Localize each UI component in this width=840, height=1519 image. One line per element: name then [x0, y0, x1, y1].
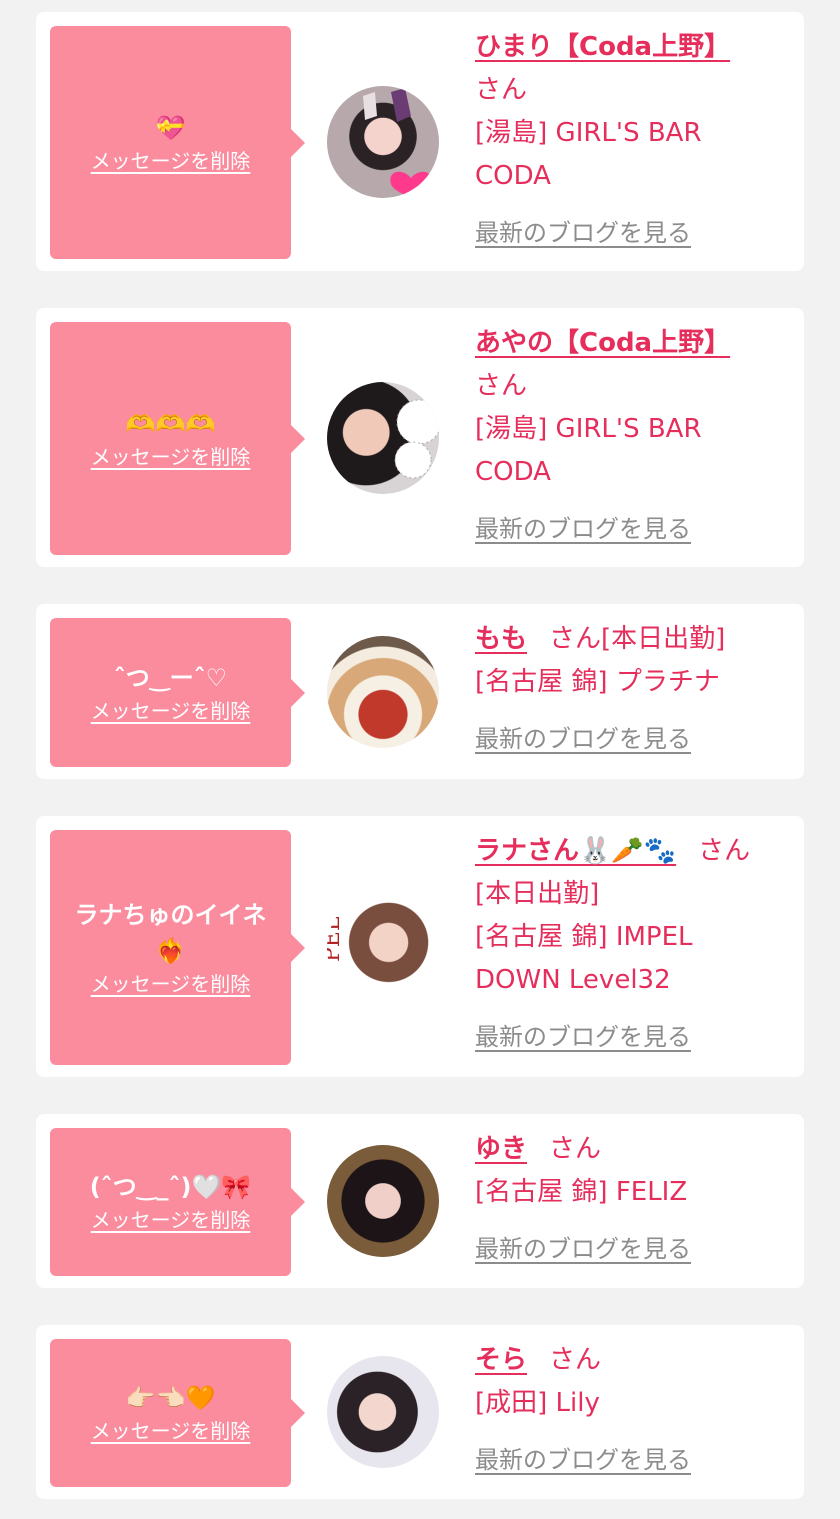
- status-text: [本日出勤]: [601, 624, 726, 654]
- message-card: 🫶🫶🫶 メッセージを削除 あやの【Coda上野】 さん [湯島] GIRL'S …: [36, 308, 804, 567]
- message-emoji: ❤️‍🔥: [155, 936, 186, 965]
- message-bubble: ラナちゅのイイネ ❤️‍🔥 メッセージを削除: [50, 830, 305, 1065]
- latest-blog-link[interactable]: 最新のブログを見る: [475, 1016, 691, 1059]
- honorific: さん: [549, 1345, 602, 1375]
- shop-line: CODA: [475, 161, 551, 191]
- latest-blog-link[interactable]: 最新のブログを見る: [475, 212, 691, 255]
- message-text: 👉🏻👈🏻🧡: [125, 1384, 216, 1412]
- avatar[interactable]: [327, 636, 439, 748]
- message-bubble: ˆつ‿ーˆ♡ メッセージを削除: [50, 618, 305, 767]
- name-line: もも さん[本日出勤]: [475, 618, 793, 661]
- message-card: 💝 メッセージを削除 ひまり【Coda上野】 さん [湯島] GIRL'S BA…: [36, 12, 804, 271]
- san-line: さん: [475, 365, 793, 408]
- san-line: さん: [475, 69, 793, 112]
- cast-name-link[interactable]: もも: [475, 624, 527, 654]
- shop-line: [成田] Lily: [475, 1388, 600, 1418]
- name-line: ひまり【Coda上野】: [475, 26, 793, 69]
- message-bubble: (ˆつ‿_ˆ)🤍🎀 メッセージを削除: [50, 1128, 305, 1276]
- latest-blog-link[interactable]: 最新のブログを見る: [475, 1228, 691, 1271]
- avatar-image: [363, 88, 432, 198]
- cast-info: そら さん [成田] Lily 最新のブログを見る: [475, 1339, 793, 1482]
- name-line: ラナさん🐰🥕🐾 さん: [475, 830, 793, 873]
- cast-name-link[interactable]: そら: [475, 1345, 527, 1375]
- honorific: さん: [698, 836, 751, 866]
- delete-message-button[interactable]: メッセージを削除: [91, 969, 251, 999]
- message-text: (ˆつ‿_ˆ)🤍🎀: [89, 1173, 252, 1201]
- honorific: さん: [549, 1134, 602, 1164]
- honorific: さん: [549, 624, 602, 654]
- delete-message-button[interactable]: メッセージを削除: [91, 1416, 251, 1446]
- avatar-image: [394, 399, 439, 479]
- cast-name-link[interactable]: ラナさん🐰🥕🐾: [475, 836, 676, 866]
- avatar[interactable]: [327, 382, 439, 494]
- shop-line: CODA: [475, 457, 551, 487]
- message-text: 🫶🫶🫶: [125, 409, 216, 438]
- cast-info: ひまり【Coda上野】 さん [湯島] GIRL'S BAR CODA 最新のブ…: [475, 26, 793, 255]
- message-card: 👉🏻👈🏻🧡 メッセージを削除 そら さん [成田] Lily 最新のブログを見る: [36, 1325, 804, 1499]
- message-text: 💝: [155, 113, 186, 142]
- avatar[interactable]: PEL: [327, 892, 439, 1004]
- shop-line: [名古屋 錦] プラチナ: [475, 667, 720, 697]
- shop-line: [名古屋 錦] IMPEL: [475, 922, 693, 952]
- cast-name-link[interactable]: あやの【Coda上野】: [475, 328, 730, 358]
- message-bubble: 👉🏻👈🏻🧡 メッセージを削除: [50, 1339, 305, 1487]
- shop-line: [湯島] GIRL'S BAR: [475, 118, 702, 148]
- avatar-image: PEL: [327, 916, 345, 962]
- message-card: ラナちゅのイイネ ❤️‍🔥 メッセージを削除 PEL ラナさん🐰🥕🐾 さん [本日…: [36, 816, 804, 1077]
- cast-info: ラナさん🐰🥕🐾 さん [本日出勤] [名古屋 錦] IMPEL DOWN Leve…: [475, 830, 793, 1059]
- status-text: [本日出勤]: [475, 879, 600, 909]
- message-text: ラナちゅのイイネ: [74, 900, 267, 929]
- name-line: あやの【Coda上野】: [475, 322, 793, 365]
- message-bubble: 🫶🫶🫶 メッセージを削除: [50, 322, 305, 555]
- message-card: ˆつ‿ーˆ♡ メッセージを削除 もも さん[本日出勤] [名古屋 錦] プラチナ …: [36, 604, 804, 779]
- svg-text:PEL: PEL: [327, 916, 345, 962]
- cast-info: もも さん[本日出勤] [名古屋 錦] プラチナ 最新のブログを見る: [475, 618, 793, 761]
- cast-info: ゆき さん [名古屋 錦] FELIZ 最新のブログを見る: [475, 1128, 793, 1271]
- shop-line: [湯島] GIRL'S BAR: [475, 414, 702, 444]
- delete-message-button[interactable]: メッセージを削除: [91, 442, 251, 472]
- honorific: さん: [475, 75, 528, 105]
- shop-line: DOWN Level32: [475, 965, 671, 995]
- delete-message-button[interactable]: メッセージを削除: [91, 1205, 251, 1235]
- avatar[interactable]: [327, 86, 439, 198]
- honorific: さん: [475, 371, 528, 401]
- message-text: ˆつ‿ーˆ♡: [113, 663, 228, 692]
- message-card: (ˆつ‿_ˆ)🤍🎀 メッセージを削除 ゆき さん [名古屋 錦] FELIZ 最新…: [36, 1114, 804, 1288]
- message-bubble: 💝 メッセージを削除: [50, 26, 305, 259]
- latest-blog-link[interactable]: 最新のブログを見る: [475, 1439, 691, 1482]
- latest-blog-link[interactable]: 最新のブログを見る: [475, 718, 691, 761]
- delete-message-button[interactable]: メッセージを削除: [91, 696, 251, 726]
- avatar[interactable]: [327, 1356, 439, 1468]
- avatar[interactable]: [327, 1145, 439, 1257]
- latest-blog-link[interactable]: 最新のブログを見る: [475, 508, 691, 551]
- cast-name-link[interactable]: ひまり【Coda上野】: [475, 32, 730, 62]
- name-line: そら さん: [475, 1339, 793, 1382]
- cast-info: あやの【Coda上野】 さん [湯島] GIRL'S BAR CODA 最新のブ…: [475, 322, 793, 551]
- cast-name-link[interactable]: ゆき: [475, 1134, 527, 1164]
- name-line: ゆき さん: [475, 1128, 793, 1171]
- shop-line: [名古屋 錦] FELIZ: [475, 1177, 688, 1207]
- delete-message-button[interactable]: メッセージを削除: [91, 146, 251, 176]
